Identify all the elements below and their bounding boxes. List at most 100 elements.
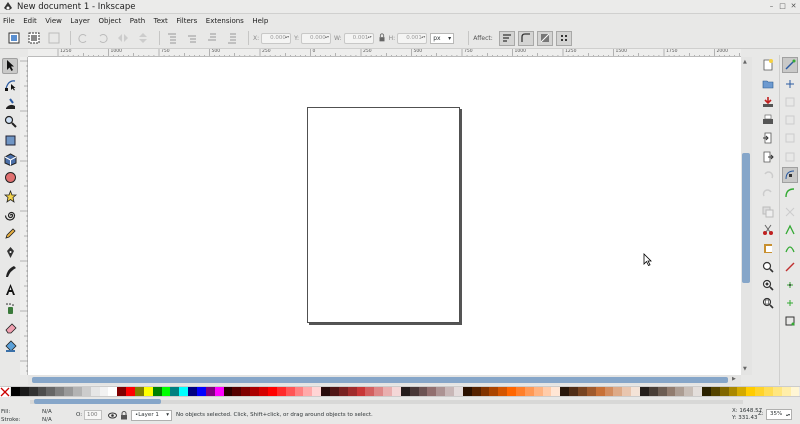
palette-swatch[interactable] [321, 387, 330, 396]
tool-calligraphy[interactable] [2, 263, 18, 279]
palette-swatch[interactable] [471, 387, 481, 396]
affect-corners-button[interactable] [517, 30, 534, 46]
palette-swatch[interactable] [746, 387, 756, 396]
palette-swatch[interactable] [365, 387, 375, 396]
width-input[interactable]: 0.001 [343, 32, 374, 44]
tool-spiral[interactable] [2, 207, 18, 223]
print-button[interactable] [760, 112, 776, 128]
menu-help[interactable]: Help [252, 17, 268, 25]
minimize-icon[interactable]: – [767, 2, 776, 11]
palette-swatch[interactable] [507, 387, 516, 396]
tool-spray[interactable] [2, 301, 18, 317]
palette-swatch[interactable] [99, 387, 109, 396]
palette-swatch[interactable] [560, 387, 570, 396]
palette-swatch[interactable] [790, 387, 800, 396]
palette-swatch[interactable] [250, 387, 260, 396]
zoom-selection-button[interactable] [760, 259, 776, 275]
palette-swatch[interactable] [480, 387, 490, 396]
tool-tweak[interactable] [2, 95, 18, 111]
palette-swatch[interactable] [640, 387, 649, 396]
palette-swatch[interactable] [524, 387, 534, 396]
horizontal-scrollbar[interactable]: ▶ [28, 375, 741, 385]
affect-stroke-width-button[interactable] [498, 30, 515, 46]
palette-swatch[interactable] [613, 387, 623, 396]
open-button[interactable] [760, 76, 776, 92]
new-button[interactable] [760, 57, 776, 73]
tool-ellipse[interactable] [2, 170, 18, 186]
palette-swatch[interactable] [604, 387, 614, 396]
fill-value[interactable]: N/A [42, 409, 52, 415]
snap-center-button[interactable] [782, 277, 798, 293]
tool-star[interactable] [2, 189, 18, 205]
copy-button[interactable] [760, 204, 776, 220]
menu-view[interactable]: View [45, 17, 62, 25]
palette-swatch[interactable] [400, 387, 410, 396]
palette-swatch[interactable] [489, 387, 499, 396]
palette-swatch[interactable] [675, 387, 685, 396]
palette-swatch[interactable] [205, 387, 215, 396]
zoom-page-button[interactable] [760, 295, 776, 311]
palette-swatch[interactable] [276, 387, 286, 396]
palette-swatch[interactable] [329, 387, 339, 396]
snap-path-button[interactable] [782, 185, 798, 201]
tool-zoom[interactable] [2, 114, 18, 130]
height-input[interactable]: 0.001 [397, 32, 428, 44]
select-all-layers-button[interactable] [26, 31, 41, 46]
palette-swatch[interactable] [28, 387, 38, 396]
palette-swatch[interactable] [64, 387, 74, 396]
lock-ratio-button[interactable] [377, 31, 387, 46]
palette-swatch[interactable] [117, 387, 127, 396]
snap-bbox-corner-button[interactable] [782, 112, 798, 128]
palette-swatch[interactable] [693, 387, 703, 396]
palette-swatch[interactable] [37, 387, 47, 396]
horizontal-ruler[interactable]: 1250 1000 750 500 250 0 250 500 750 1000 1250 1500 1… [28, 49, 741, 57]
menu-file[interactable]: File [3, 17, 15, 25]
raise-to-top-button[interactable] [164, 31, 179, 46]
palette-swatch[interactable] [55, 387, 65, 396]
palette-swatch[interactable] [648, 387, 658, 396]
snap-smooth-button[interactable] [782, 240, 798, 256]
palette-swatch[interactable] [223, 387, 233, 396]
palette-swatch[interactable] [241, 387, 251, 396]
palette-swatch[interactable] [259, 387, 268, 396]
palette-swatch[interactable] [418, 387, 428, 396]
layer-select[interactable]: •Layer 1 ▾ [131, 410, 172, 421]
palette-swatch[interactable] [586, 387, 596, 396]
lower-to-bottom-button[interactable] [224, 31, 239, 46]
undo-button[interactable] [760, 167, 776, 183]
stroke-value[interactable]: N/A [42, 417, 52, 423]
palette-swatch[interactable] [232, 387, 242, 396]
drawing-canvas[interactable] [28, 57, 741, 375]
deselect-button[interactable] [46, 31, 61, 46]
tool-text[interactable] [2, 282, 18, 298]
palette-swatch[interactable] [578, 387, 587, 396]
snap-bbox-mid-button[interactable] [782, 130, 798, 146]
palette-swatch[interactable] [462, 387, 472, 396]
snap-bbox-edge-button[interactable] [782, 94, 798, 110]
maximize-icon[interactable]: □ [778, 2, 787, 11]
palette-swatch[interactable] [631, 387, 641, 396]
tool-rect[interactable] [2, 132, 18, 148]
scroll-down-icon[interactable]: ▼ [743, 366, 747, 372]
palette-swatch[interactable] [108, 387, 118, 396]
palette-swatch[interactable] [135, 387, 144, 396]
snap-midpoint-button[interactable] [782, 259, 798, 275]
rotate-cw-button[interactable] [95, 31, 110, 46]
palette-swatch[interactable] [427, 387, 437, 396]
export-button[interactable] [760, 149, 776, 165]
palette-swatch[interactable] [737, 387, 747, 396]
snap-intersection-button[interactable] [782, 204, 798, 220]
palette-swatch[interactable] [684, 387, 694, 396]
palette-swatch[interactable] [710, 387, 720, 396]
menu-path[interactable]: Path [130, 17, 145, 25]
palette-swatch[interactable] [445, 387, 454, 396]
palette-swatch[interactable] [374, 387, 384, 396]
redo-button[interactable] [760, 185, 776, 201]
scroll-right-icon[interactable]: ▶ [732, 376, 736, 382]
palette-swatch[interactable] [772, 387, 782, 396]
palette-swatch[interactable] [533, 387, 543, 396]
save-button[interactable] [760, 94, 776, 110]
snap-page-button[interactable] [782, 313, 798, 329]
palette-swatch[interactable] [569, 387, 578, 396]
palette-swatch[interactable] [152, 387, 162, 396]
